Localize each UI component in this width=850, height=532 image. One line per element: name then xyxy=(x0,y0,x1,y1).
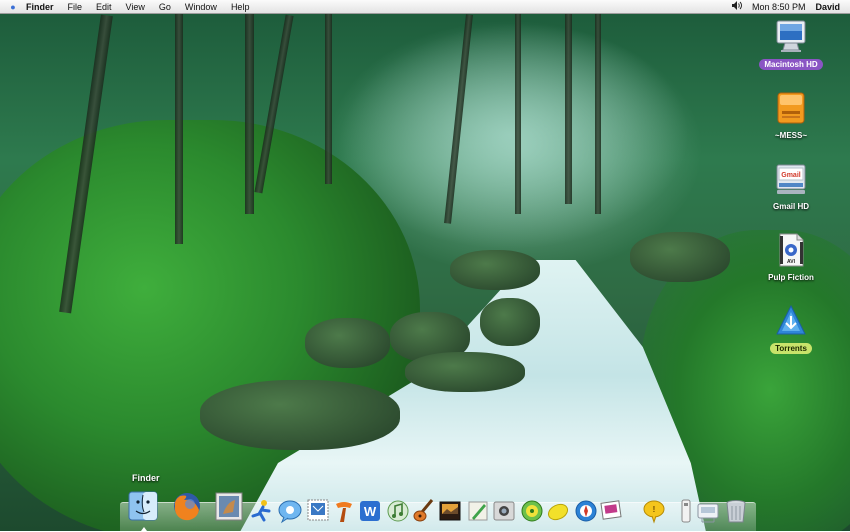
avi-file-icon: AVI xyxy=(775,233,807,267)
word-icon[interactable]: W xyxy=(358,498,382,524)
desktop-icon-label: ~MESS~ xyxy=(774,131,807,140)
wallpaper-tree xyxy=(565,14,572,204)
menu-view[interactable]: View xyxy=(126,2,145,12)
desktop-icon-torrents[interactable]: Torrents xyxy=(751,304,831,356)
chat-bubble-icon[interactable]: ! xyxy=(642,498,666,524)
menu-edit[interactable]: Edit xyxy=(96,2,112,12)
wallpaper-rock xyxy=(480,298,540,346)
svg-text:W: W xyxy=(364,504,377,519)
finder-icon[interactable] xyxy=(128,490,158,524)
gmail-drive-icon: Gmail xyxy=(775,162,807,196)
desktop-icon-macintosh-hd[interactable]: Macintosh HD xyxy=(751,20,831,72)
menu-extras: Mon 8:50 PM David xyxy=(731,1,850,12)
wallpaper-rock xyxy=(305,318,390,368)
wallpaper-rock xyxy=(405,352,525,392)
wallpaper-rock xyxy=(450,250,540,290)
svg-text:!: ! xyxy=(653,505,656,514)
desktop-icon-mess[interactable]: ~MESS~ xyxy=(751,91,831,143)
desktop-wallpaper[interactable] xyxy=(0,0,850,531)
orange-drive-icon xyxy=(775,91,807,125)
wallpaper-tree xyxy=(595,14,601,214)
safari-icon[interactable] xyxy=(574,498,598,524)
ichat-icon[interactable] xyxy=(278,498,302,524)
iphoto-icon[interactable] xyxy=(438,498,462,524)
menu-window[interactable]: Window xyxy=(185,2,217,12)
dashboard-icon[interactable] xyxy=(600,498,624,524)
pen-icon[interactable] xyxy=(466,498,490,524)
desktop-icon-gmail-hd[interactable]: Gmail Gmail HD xyxy=(751,162,831,214)
desktop-icon-label: Pulp Fiction xyxy=(768,273,814,282)
wallpaper-tree xyxy=(515,14,521,214)
usb-icon[interactable] xyxy=(674,498,698,524)
svg-text:Gmail: Gmail xyxy=(781,172,801,179)
itunes-icon[interactable] xyxy=(386,498,410,524)
garageband-icon[interactable] xyxy=(412,498,436,524)
desktop-icon-pulp-fiction[interactable]: AVI Pulp Fiction xyxy=(751,233,831,285)
desktop-icon-label: Torrents xyxy=(770,343,812,354)
network-icon[interactable] xyxy=(696,498,720,524)
ichat-runner-icon[interactable] xyxy=(250,498,274,524)
mail-stamp-icon[interactable] xyxy=(306,498,330,524)
wallpaper-tree xyxy=(245,14,254,214)
wallpaper-rock xyxy=(200,380,400,450)
menu-app-finder[interactable]: Finder xyxy=(26,2,54,12)
firefox-icon[interactable] xyxy=(172,490,202,524)
disc-icon[interactable] xyxy=(520,498,544,524)
svg-text:AVI: AVI xyxy=(787,259,796,265)
desktop-icon-label: Macintosh HD xyxy=(759,59,823,70)
menu-file[interactable]: File xyxy=(68,2,83,12)
desktop-icon-label: Gmail HD xyxy=(772,202,809,211)
dock: W ! xyxy=(120,484,756,532)
dock-tooltip: Finder xyxy=(132,473,160,483)
menu-help[interactable]: Help xyxy=(231,2,250,12)
menu-user-name[interactable]: David xyxy=(815,2,840,12)
trash-icon[interactable] xyxy=(724,498,748,524)
menu-go[interactable]: Go xyxy=(159,2,171,12)
menu-bar: ● Finder File Edit View Go Window Help M… xyxy=(0,0,850,14)
volume-icon[interactable] xyxy=(731,1,742,12)
apple-menu-icon[interactable]: ● xyxy=(8,2,18,12)
preview-icon[interactable] xyxy=(214,490,244,524)
tool-icon[interactable] xyxy=(332,498,356,524)
torrent-app-icon xyxy=(775,304,807,338)
photo-icon[interactable] xyxy=(492,498,516,524)
menu-clock[interactable]: Mon 8:50 PM xyxy=(752,2,806,12)
wallpaper-rock xyxy=(630,232,730,282)
wallpaper-tree xyxy=(325,14,332,184)
running-indicator xyxy=(141,527,147,531)
wallpaper-tree xyxy=(175,14,183,244)
lemon-icon[interactable] xyxy=(546,498,570,524)
hard-drive-icon xyxy=(775,20,807,54)
